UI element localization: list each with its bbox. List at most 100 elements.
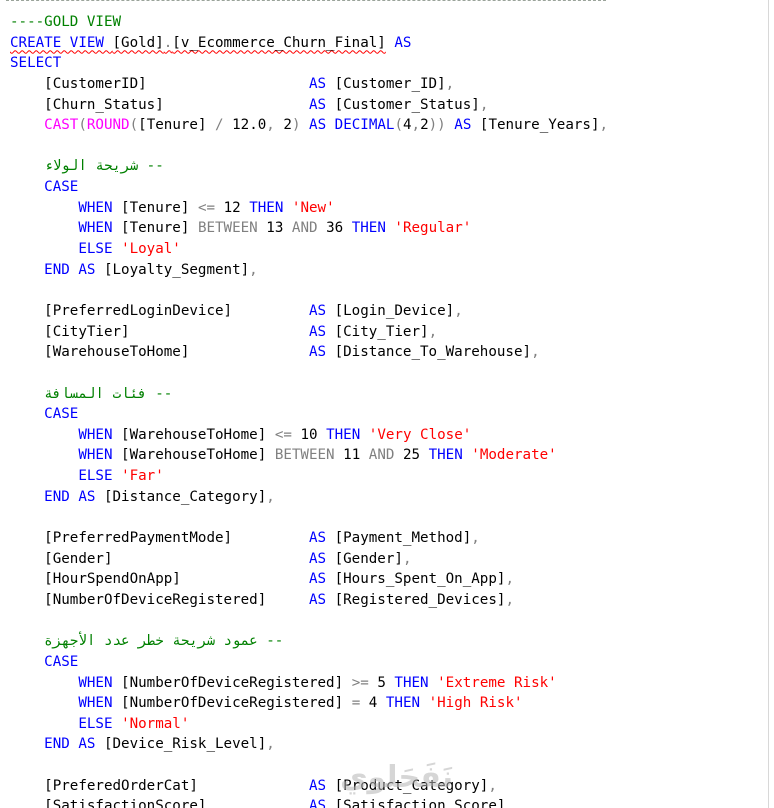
code-line[interactable]: END AS [Device_Risk_Level],	[0, 734, 774, 755]
text-token: 5	[368, 674, 395, 691]
code-line[interactable]: WHEN [NumberOfDeviceRegistered] = 4 THEN…	[0, 693, 774, 714]
code-line[interactable]: WHEN [Tenure] <= 12 THEN 'New'	[0, 198, 774, 219]
code-line[interactable]: CAST(ROUND([Tenure] / 12.0, 2) AS DECIMA…	[0, 115, 774, 136]
sql-query-editor[interactable]: ----GOLD VIEW CREATE VIEW [Gold].[v_Ecomm…	[0, 0, 774, 808]
operator-token: (	[129, 117, 139, 134]
code-line[interactable]	[0, 280, 774, 301]
operator-token: ,	[479, 96, 489, 113]
keyword-token: AS	[454, 117, 472, 134]
keyword-token: CASE	[44, 179, 79, 196]
text-token: 10	[291, 426, 327, 443]
code-line[interactable]: [Gender] AS [Gender],	[0, 549, 774, 570]
text-token: [WarehouseToHome]	[112, 447, 275, 464]
text-token: [WarehouseToHome]	[10, 344, 309, 361]
code-line[interactable]	[0, 611, 774, 632]
keyword-token: AS	[308, 323, 327, 340]
code-line[interactable]: [NumberOfDeviceRegistered] AS [Registere…	[0, 590, 774, 611]
code-line[interactable]: CASE	[0, 404, 774, 425]
keyword-token: CREATE VIEW	[10, 34, 113, 51]
keyword-token: WHEN	[78, 220, 113, 237]
keyword-token: THEN	[385, 695, 421, 712]
keyword-token: WHEN	[78, 695, 113, 712]
operator-token: ,	[428, 323, 438, 340]
code-line[interactable]: [CustomerID] AS [Customer_ID],	[0, 74, 774, 95]
operator-token: BETWEEN	[197, 220, 258, 237]
code-line[interactable]: [PreferredLoginDevice] AS [Login_Device]…	[0, 301, 774, 322]
keyword-token: THEN	[394, 674, 429, 691]
code-area[interactable]: ----GOLD VIEW CREATE VIEW [Gold].[v_Ecomm…	[0, 12, 774, 808]
keyword-token: ELSE	[78, 241, 113, 258]
operator-token: BETWEEN	[274, 447, 335, 464]
code-line[interactable]: -- عمود شريحة خطر عدد الأجهزة	[0, 631, 774, 652]
operator-token: .	[163, 34, 173, 51]
code-line[interactable]: END AS [Distance_Category],	[0, 487, 774, 508]
text-token: [Distance_Category]	[95, 488, 267, 505]
keyword-token: ELSE	[78, 715, 113, 732]
code-line[interactable]: [Churn_Status] AS [Customer_Status],	[0, 95, 774, 116]
text-token: [Distance_To_Warehouse]	[326, 344, 532, 361]
code-line[interactable]: -- شريحة الولاء	[0, 156, 774, 177]
text-token: 12.0	[223, 117, 267, 134]
text-token: 2	[420, 117, 429, 134]
keyword-token: WHEN	[78, 447, 113, 464]
code-line[interactable]	[0, 363, 774, 384]
code-line[interactable]: SELECT	[0, 53, 774, 74]
code-line[interactable]	[0, 136, 774, 157]
operator-token: =	[351, 695, 361, 712]
code-line[interactable]: [HourSpendOnApp] AS [Hours_Spent_On_App]…	[0, 569, 774, 590]
code-line[interactable]: ELSE 'Loyal'	[0, 239, 774, 260]
code-line[interactable]: END AS [Loyalty_Segment],	[0, 260, 774, 281]
keyword-token: AS	[308, 777, 327, 794]
code-line[interactable]: [SatisfactionScore] AS [Satisfaction_Sco…	[0, 796, 774, 808]
text-token: 13	[257, 220, 292, 237]
string-token: 'Loyal'	[121, 241, 181, 258]
code-line[interactable]: WHEN [WarehouseToHome] <= 10 THEN 'Very …	[0, 425, 774, 446]
text-token: [Gender]	[326, 550, 403, 567]
code-line[interactable]: ELSE 'Normal'	[0, 714, 774, 735]
text-token: [CustomerID]	[10, 75, 309, 92]
text-token: 25	[394, 447, 429, 464]
code-line[interactable]: -- فئات المسافة	[0, 384, 774, 405]
operator-token: ,	[599, 117, 609, 134]
code-line[interactable]: ----GOLD VIEW	[0, 12, 774, 33]
code-line[interactable]: [CityTier] AS [City_Tier],	[0, 322, 774, 343]
code-line[interactable]: [WarehouseToHome] AS [Distance_To_Wareho…	[0, 342, 774, 363]
text-token: [Tenure]	[112, 220, 198, 237]
keyword-token: AS	[308, 571, 327, 588]
code-line[interactable]: WHEN [NumberOfDeviceRegistered] >= 5 THE…	[0, 673, 774, 694]
code-line[interactable]: CASE	[0, 652, 774, 673]
code-line[interactable]: WHEN [WarehouseToHome] BETWEEN 11 AND 25…	[0, 445, 774, 466]
text-token: [SatisfactionScore]	[10, 798, 309, 808]
code-line[interactable]: CASE	[0, 177, 774, 198]
comment-token: -- شريحة الولاء	[44, 158, 164, 175]
code-line[interactable]: [PreferredPaymentMode] AS [Payment_Metho…	[0, 528, 774, 549]
keyword-token: AS	[308, 344, 327, 361]
operator-token: ,	[505, 571, 514, 588]
keyword-token: WHEN	[78, 199, 113, 216]
code-line[interactable]: WHEN [Tenure] BETWEEN 13 AND 36 THEN 'Re…	[0, 218, 774, 239]
text-token: [PreferredPaymentMode]	[10, 530, 309, 547]
operator-token: ,	[402, 550, 412, 567]
operator-token: ,	[411, 117, 421, 134]
code-line[interactable]	[0, 507, 774, 528]
keyword-token: THEN	[249, 199, 284, 216]
text-token: 12	[215, 199, 250, 216]
code-line[interactable]: ELSE 'Far'	[0, 466, 774, 487]
keyword-token: THEN	[326, 426, 361, 443]
code-line[interactable]: CREATE VIEW [Gold].[v_Ecommerce_Churn_Fi…	[0, 33, 774, 54]
text-token: [NumberOfDeviceRegistered]	[112, 695, 352, 712]
text-token: [Gender]	[10, 550, 309, 567]
